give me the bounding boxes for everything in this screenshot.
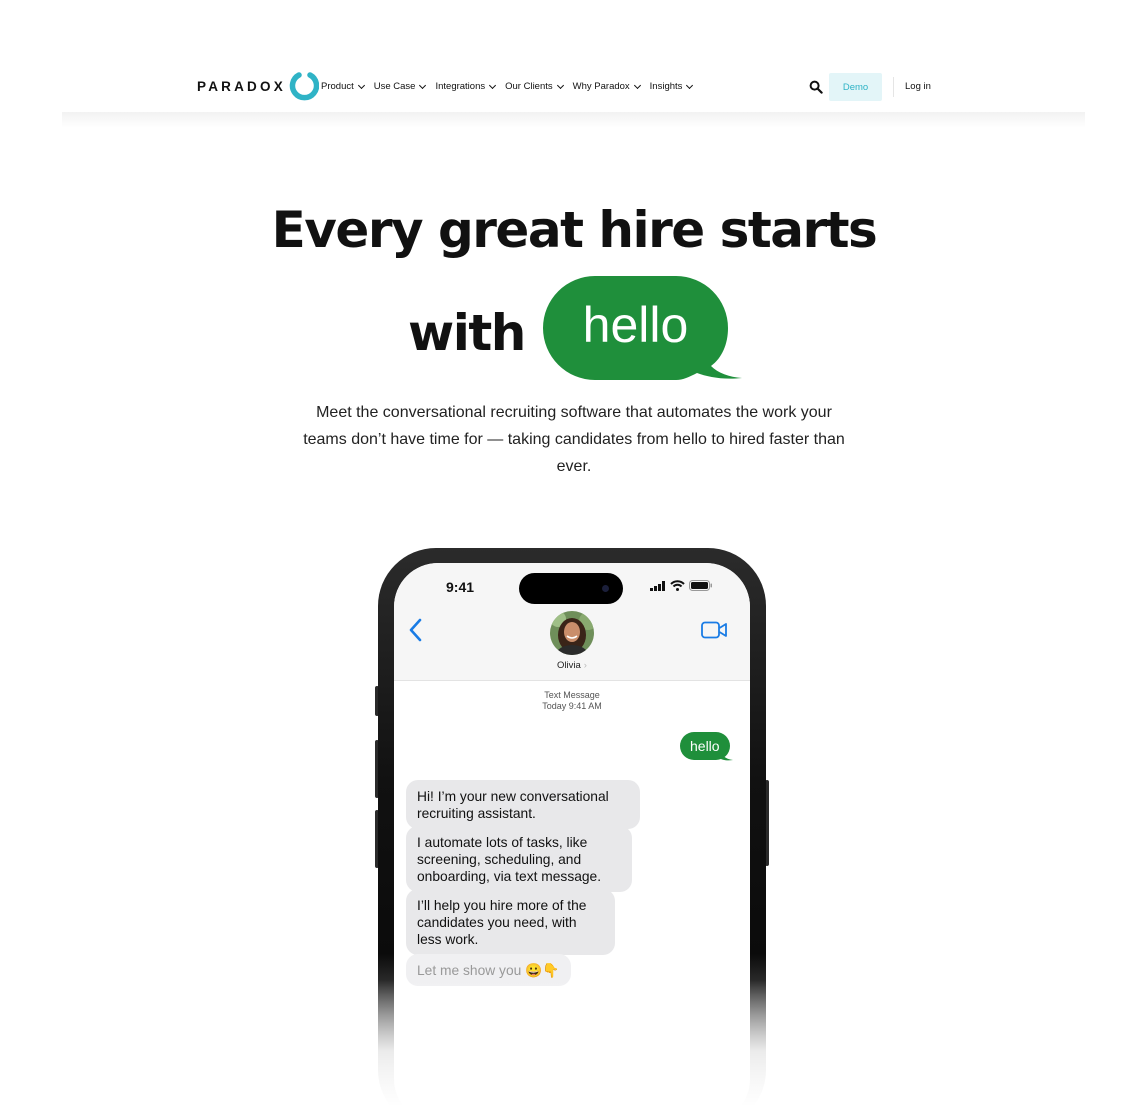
battery-icon	[689, 580, 712, 591]
phone-screen: 9:41 Olivia › Text Message Today 9:41 AM…	[394, 563, 750, 1105]
incoming-message: I’ll help you hire more of the candidate…	[406, 889, 615, 955]
menu-integrations[interactable]: Integrations	[435, 81, 497, 92]
chevron-down-icon	[419, 81, 427, 89]
hello-bubble-text: hello	[582, 297, 689, 353]
menu-label: Insights	[649, 81, 683, 92]
menu-label: Our Clients	[505, 81, 553, 92]
chevron-down-icon	[686, 81, 694, 89]
camera-dot	[602, 585, 609, 592]
menu-label: Product	[321, 81, 354, 92]
contact-avatar[interactable]	[550, 611, 594, 655]
nav-separator	[893, 77, 894, 97]
hero-headline-with: with	[408, 304, 526, 362]
message-meta: Text Message Today 9:41 AM	[394, 690, 750, 712]
logo-ring-icon	[289, 72, 319, 101]
back-chevron-icon[interactable]	[408, 618, 422, 642]
status-time: 9:41	[446, 579, 475, 595]
signal-icon	[650, 581, 665, 591]
search-icon[interactable]	[809, 80, 823, 94]
logo-wordmark: PARADOX	[197, 78, 286, 94]
outgoing-bubble-tail	[719, 749, 733, 761]
menu-our-clients[interactable]: Our Clients	[505, 81, 564, 92]
menu-product[interactable]: Product	[321, 81, 365, 92]
status-icons	[650, 580, 713, 591]
menu-label: Why Paradox	[572, 81, 630, 92]
chevron-right-icon: ›	[583, 660, 587, 671]
menu-insights[interactable]: Insights	[649, 81, 694, 92]
chevron-down-icon	[556, 81, 564, 89]
chevron-down-icon	[489, 81, 497, 89]
incoming-message: I automate lots of tasks, like screening…	[406, 826, 632, 892]
paradox-logo[interactable]: PARADOX	[197, 71, 319, 101]
chevron-down-icon	[633, 81, 641, 89]
incoming-message: Hi! I’m your new conversational recruiti…	[406, 780, 640, 829]
login-link[interactable]: Log in	[905, 81, 931, 92]
menu-label: Integrations	[435, 81, 486, 92]
contact-name-text: Olivia	[557, 660, 581, 671]
menu-use-case[interactable]: Use Case	[373, 81, 427, 92]
main-menu: Product Use Case Integrations Our Client…	[321, 81, 702, 92]
video-call-icon[interactable]	[701, 621, 727, 639]
menu-label: Use Case	[373, 81, 416, 92]
hero-headline: Every great hire starts	[271, 201, 878, 259]
demo-button[interactable]: Demo	[829, 73, 882, 101]
message-timestamp: Today 9:41 AM	[542, 701, 602, 711]
menu-why-paradox[interactable]: Why Paradox	[572, 81, 641, 92]
contact-name[interactable]: Olivia ›	[394, 660, 750, 671]
top-nav: PARADOX Product Use Case Integrations Ou…	[62, 58, 1085, 124]
message-type: Text Message	[544, 690, 600, 700]
wifi-icon	[670, 580, 685, 591]
phone-mockup: 9:41 Olivia › Text Message Today 9:41 AM…	[375, 548, 769, 1105]
chevron-down-icon	[357, 81, 365, 89]
incoming-message: Let me show you 😀👇	[406, 954, 571, 986]
hero-subtitle: Meet the conversational recruiting softw…	[303, 404, 845, 475]
